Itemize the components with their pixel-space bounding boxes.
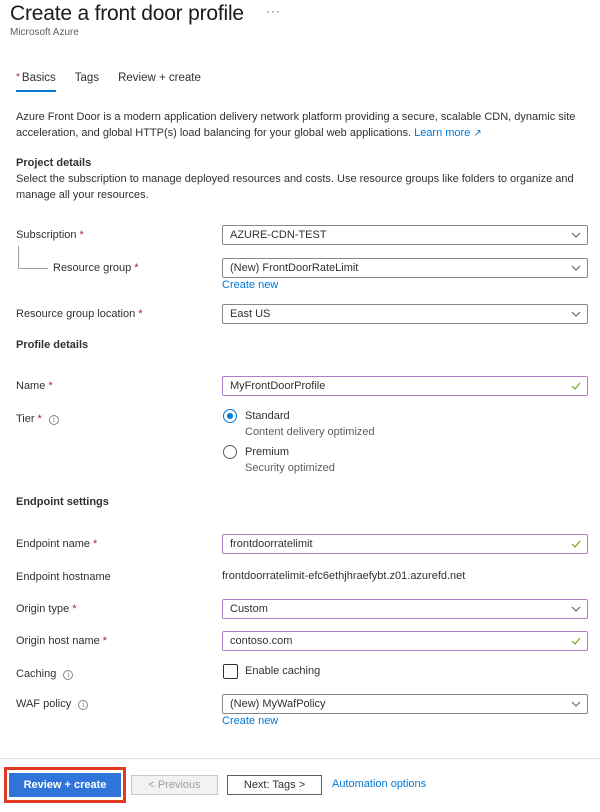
intro-description: Azure Front Door is a modern application… (16, 110, 586, 141)
endpoint-hostname-value: frontdoorratelimit-efc6ethjhraefybt.z01.… (222, 570, 466, 582)
required-star: * (102, 635, 108, 647)
input-value: contoso.com (230, 635, 293, 647)
info-icon[interactable]: i (78, 700, 89, 710)
profile-details-title: Profile details (16, 339, 89, 351)
automation-options-link[interactable]: Automation options (332, 778, 426, 790)
learn-more-label: Learn more (414, 126, 471, 139)
caching-label: Caching i (16, 668, 74, 680)
dropdown-value: (New) MyWafPolicy (230, 698, 326, 710)
origin-host-name-label: Origin host name * (16, 635, 107, 647)
external-link-icon: ↗ (473, 127, 482, 139)
resource-group-location-label: Resource group location * (16, 308, 143, 320)
tier-standard-radio[interactable] (223, 409, 237, 423)
resource-group-dropdown[interactable]: (New) FrontDoorRateLimit (222, 258, 588, 278)
required-star: * (48, 380, 53, 392)
tab-label: Basics (21, 72, 56, 84)
tab-label: Review + create (118, 72, 201, 84)
dropdown-value: Custom (230, 603, 268, 615)
tab-basics[interactable]: * Basics (16, 70, 56, 92)
label-text: Origin host name (16, 635, 100, 647)
tier-standard-description: Content delivery optimized (245, 426, 375, 438)
label-text: Resource group (53, 262, 132, 274)
required-star: * (72, 603, 77, 615)
tab-tags[interactable]: Tags (75, 70, 99, 92)
dropdown-value: East US (230, 308, 271, 320)
checkmark-icon (571, 382, 581, 390)
more-options-icon[interactable]: ··· (266, 4, 281, 18)
review-create-button[interactable]: Review + create (9, 773, 121, 797)
page-title: Create a front door profile (10, 2, 244, 25)
endpoint-settings-title: Endpoint settings (16, 496, 109, 508)
previous-button: < Previous (131, 775, 218, 795)
subscription-label: Subscription * (16, 229, 84, 241)
endpoint-name-label: Endpoint name * (16, 538, 97, 550)
label-text: Endpoint name (16, 538, 90, 550)
chevron-down-icon (571, 606, 581, 612)
create-new-resource-group-link[interactable]: Create new (222, 279, 278, 291)
label-text: Resource group location (16, 308, 136, 320)
project-details-title: Project details (16, 157, 92, 169)
page-subtitle: Microsoft Azure (10, 27, 79, 38)
tier-premium-description: Security optimized (245, 462, 335, 474)
label-text: Subscription (16, 229, 77, 241)
next-tags-button[interactable]: Next: Tags > (227, 775, 322, 795)
tier-label: Tier * i (16, 413, 59, 425)
tier-premium-radio[interactable] (223, 445, 237, 459)
info-icon[interactable]: i (63, 670, 74, 680)
create-new-waf-policy-link[interactable]: Create new (222, 715, 278, 727)
tab-review-create[interactable]: Review + create (118, 70, 201, 92)
subscription-dropdown[interactable]: AZURE-CDN-TEST (222, 225, 588, 245)
resource-group-label: Resource group * (53, 262, 139, 274)
enable-caching-label[interactable]: Enable caching (245, 665, 320, 677)
learn-more-link[interactable]: Learn more ↗ (414, 127, 482, 139)
chevron-down-icon (571, 311, 581, 317)
chevron-down-icon (571, 701, 581, 707)
waf-policy-label: WAF policy i (16, 698, 89, 710)
input-value: frontdoorratelimit (230, 538, 313, 550)
chevron-down-icon (571, 232, 581, 238)
origin-type-label: Origin type * (16, 603, 76, 615)
tree-connector (18, 246, 48, 269)
name-input[interactable]: MyFrontDoorProfile (222, 376, 588, 396)
name-label: Name * (16, 380, 53, 392)
enable-caching-checkbox[interactable] (223, 664, 238, 679)
checkmark-icon (571, 637, 581, 645)
label-text: Origin type (16, 603, 70, 615)
required-star: * (37, 413, 42, 425)
chevron-down-icon (571, 265, 581, 271)
label-text: Name (16, 380, 46, 392)
tab-label: Tags (74, 72, 100, 84)
tier-premium-label[interactable]: Premium (245, 446, 289, 458)
label-text: Tier (16, 413, 35, 425)
endpoint-hostname-label: Endpoint hostname (16, 571, 111, 583)
checkmark-icon (571, 540, 581, 548)
intro-text: Azure Front Door is a modern application… (16, 111, 576, 139)
waf-policy-dropdown[interactable]: (New) MyWafPolicy (222, 694, 588, 714)
location-dropdown[interactable]: East US (222, 304, 588, 324)
origin-type-dropdown[interactable]: Custom (222, 599, 588, 619)
info-icon[interactable]: i (48, 415, 59, 425)
required-star: * (138, 308, 143, 320)
endpoint-name-input[interactable]: frontdoorratelimit (222, 534, 588, 554)
input-value: MyFrontDoorProfile (230, 380, 326, 392)
tab-bar: * Basics Tags Review + create (16, 70, 220, 94)
required-star: * (16, 72, 20, 83)
footer-divider (0, 758, 600, 759)
dropdown-value: AZURE-CDN-TEST (230, 229, 327, 241)
label-text: WAF policy (16, 698, 72, 710)
label-text: Caching (16, 668, 57, 680)
tier-standard-label[interactable]: Standard (245, 410, 290, 422)
dropdown-value: (New) FrontDoorRateLimit (230, 262, 359, 274)
origin-host-name-input[interactable]: contoso.com (222, 631, 588, 651)
project-details-description: Select the subscription to manage deploy… (16, 173, 574, 201)
required-star: * (79, 229, 84, 241)
required-star: * (93, 538, 98, 550)
required-star: * (134, 262, 139, 274)
